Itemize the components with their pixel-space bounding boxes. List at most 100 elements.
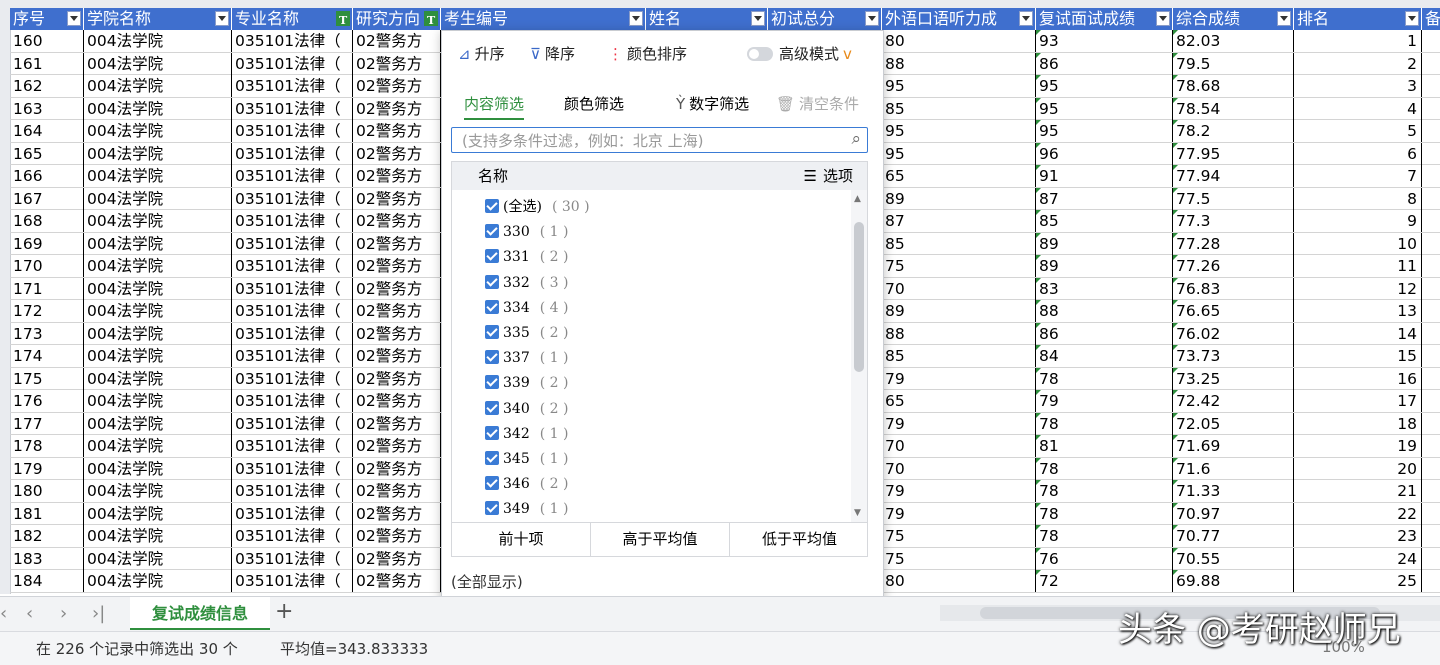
cell-college[interactable]: 004法学院 [84, 547, 232, 570]
cell-listen[interactable]: 75 [882, 525, 1036, 547]
cell-rank[interactable]: 12 [1294, 277, 1422, 300]
filter-value-item[interactable]: 349 ( 1 ) [485, 497, 568, 521]
cell-interview[interactable]: 89 [1036, 232, 1173, 255]
cell-major[interactable]: 035101法律（ [232, 165, 353, 187]
filter-value-item[interactable]: 331 ( 2 ) [485, 245, 568, 269]
cell-dir[interactable]: 02警务方 [353, 165, 441, 187]
cell-major[interactable]: 035101法律（ [232, 255, 353, 277]
cell-total[interactable]: 73.73 [1173, 345, 1294, 367]
cell-rank[interactable]: 2 [1294, 52, 1422, 75]
cell-no[interactable]: 162 [10, 75, 84, 97]
cell-rank[interactable]: 13 [1294, 300, 1422, 322]
cell-rank[interactable]: 25 [1294, 570, 1422, 592]
cell-rank[interactable]: 1 [1294, 30, 1422, 52]
cell-total[interactable]: 70.77 [1173, 525, 1294, 547]
show-all-link[interactable]: (全部显示) [451, 571, 523, 592]
filter-value-item[interactable]: 339 ( 2 ) [485, 371, 568, 395]
cell-dir[interactable]: 02警务方 [353, 390, 441, 412]
cell-listen[interactable]: 65 [882, 390, 1036, 412]
cell-college[interactable]: 004法学院 [84, 300, 232, 322]
filter-value-item[interactable]: 340 ( 2 ) [485, 397, 568, 421]
cell-interview[interactable]: 81 [1036, 435, 1173, 457]
cell-interview[interactable]: 87 [1036, 187, 1173, 210]
cell-dir[interactable]: 02警务方 [353, 97, 441, 120]
cell-major[interactable]: 035101法律（ [232, 142, 353, 165]
cell-major[interactable]: 035101法律（ [232, 232, 353, 255]
cell-college[interactable]: 004法学院 [84, 525, 232, 547]
cell-interview[interactable]: 84 [1036, 345, 1173, 367]
cell-rank[interactable]: 6 [1294, 142, 1422, 165]
cell-rank[interactable]: 5 [1294, 120, 1422, 142]
cell-listen[interactable]: 88 [882, 322, 1036, 345]
cell-total[interactable]: 77.26 [1173, 255, 1294, 277]
cell-total[interactable]: 76.65 [1173, 300, 1294, 322]
clear-conditions-button[interactable]: 🗑 清空条件 [776, 93, 859, 114]
first-sheet-icon[interactable]: ‹ [0, 603, 7, 624]
cell-no[interactable]: 179 [10, 457, 84, 480]
filter-value-item[interactable]: 346 ( 2 ) [485, 472, 568, 496]
cell-dir[interactable]: 02警务方 [353, 435, 441, 457]
cell-rank[interactable]: 16 [1294, 367, 1422, 390]
cell-major[interactable]: 035101法律（ [232, 210, 353, 232]
cell-no[interactable]: 184 [10, 570, 84, 592]
filter-value-item[interactable]: 342 ( 1 ) [485, 422, 568, 446]
cell-no[interactable]: 165 [10, 142, 84, 165]
cell-major[interactable]: 035101法律（ [232, 322, 353, 345]
last-sheet-icon[interactable]: ›| [92, 603, 105, 624]
cell-major[interactable]: 035101法律（ [232, 570, 353, 592]
cell-total[interactable]: 76.02 [1173, 322, 1294, 345]
cell-interview[interactable]: 86 [1036, 52, 1173, 75]
tab-content-filter[interactable]: 内容筛选 [464, 93, 525, 120]
filter-dropdown-icon[interactable] [865, 11, 879, 26]
cell-total[interactable]: 76.83 [1173, 277, 1294, 300]
cell-interview[interactable]: 83 [1036, 277, 1173, 300]
cell-major[interactable]: 035101法律（ [232, 457, 353, 480]
cell-listen[interactable]: 79 [882, 412, 1036, 435]
cell-rank[interactable]: 19 [1294, 435, 1422, 457]
cell-dir[interactable]: 02警务方 [353, 232, 441, 255]
cell-dir[interactable]: 02警务方 [353, 120, 441, 142]
cell-no[interactable]: 173 [10, 322, 84, 345]
cell-total[interactable]: 82.03 [1173, 30, 1294, 52]
cell-total[interactable]: 71.33 [1173, 480, 1294, 502]
cell-major[interactable]: 035101法律（ [232, 30, 353, 52]
cell-college[interactable]: 004法学院 [84, 457, 232, 480]
cell-no[interactable]: 177 [10, 412, 84, 435]
cell-interview[interactable]: 85 [1036, 210, 1173, 232]
cell-interview[interactable]: 78 [1036, 502, 1173, 525]
cell-total[interactable]: 78.54 [1173, 97, 1294, 120]
cell-interview[interactable]: 72 [1036, 570, 1173, 592]
cell-interview[interactable]: 79 [1036, 390, 1173, 412]
cell-major[interactable]: 035101法律（ [232, 367, 353, 390]
cell-total[interactable]: 77.94 [1173, 165, 1294, 187]
add-sheet-icon[interactable]: + [275, 599, 293, 624]
cell-no[interactable]: 164 [10, 120, 84, 142]
cell-listen[interactable]: 85 [882, 97, 1036, 120]
filter-value-item[interactable]: 335 ( 2 ) [485, 321, 568, 345]
cell-dir[interactable]: 02警务方 [353, 277, 441, 300]
cell-interview[interactable]: 96 [1036, 142, 1173, 165]
cell-total[interactable]: 72.05 [1173, 412, 1294, 435]
cell-no[interactable]: 160 [10, 30, 84, 52]
cell-no[interactable]: 181 [10, 502, 84, 525]
cell-dir[interactable]: 02警务方 [353, 502, 441, 525]
cell-college[interactable]: 004法学院 [84, 52, 232, 75]
sheet-tab-active[interactable]: 复试成绩信息 [130, 597, 270, 630]
cell-dir[interactable]: 02警务方 [353, 525, 441, 547]
cell-college[interactable]: 004法学院 [84, 232, 232, 255]
cell-interview[interactable]: 78 [1036, 367, 1173, 390]
cell-rank[interactable]: 23 [1294, 525, 1422, 547]
tab-color-filter[interactable]: 颜色筛选 [564, 93, 624, 114]
cell-college[interactable]: 004法学院 [84, 120, 232, 142]
color-sort-button[interactable]: ⋮ 颜色排序 [608, 43, 687, 64]
cell-dir[interactable]: 02警务方 [353, 142, 441, 165]
filter-active-icon[interactable] [424, 10, 438, 30]
filter-value-item[interactable]: 330 ( 1 ) [485, 220, 568, 244]
cell-listen[interactable]: 70 [882, 435, 1036, 457]
cell-major[interactable]: 035101法律（ [232, 412, 353, 435]
filter-search-input[interactable] [460, 129, 844, 153]
cell-interview[interactable]: 86 [1036, 322, 1173, 345]
filter-active-icon[interactable] [336, 10, 350, 30]
cell-major[interactable]: 035101法律（ [232, 502, 353, 525]
top-ten-button[interactable]: 前十项 [452, 523, 591, 556]
